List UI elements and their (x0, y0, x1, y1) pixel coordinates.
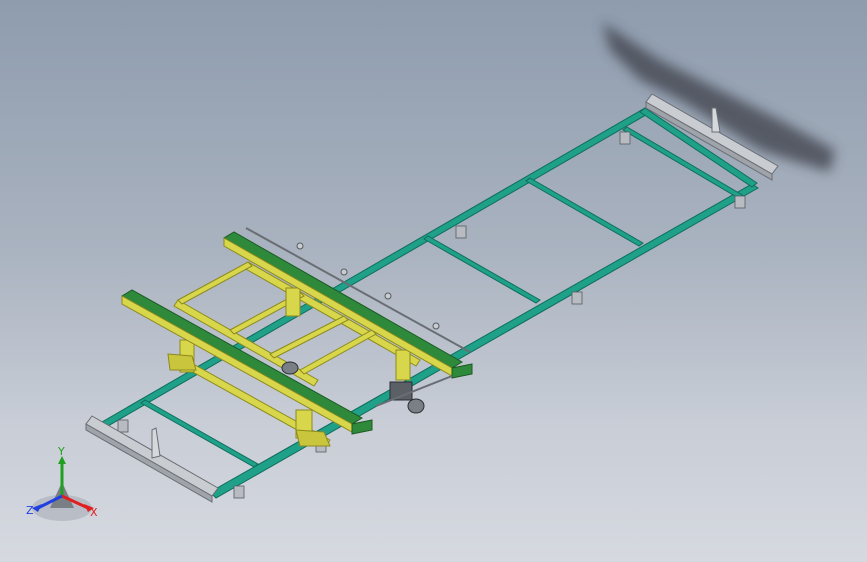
model-viewport[interactable]: Y X Z (0, 0, 867, 562)
frame-cross-2 (423, 235, 541, 304)
assembly-scene[interactable] (0, 0, 867, 562)
triad-x-label: X (90, 506, 98, 519)
carriage-leg-4 (395, 349, 411, 381)
triad-z-label: Z (26, 504, 34, 517)
frame-rail-far (94, 107, 652, 431)
triad-y-label: Y (57, 446, 65, 458)
base-frame[interactable] (91, 107, 759, 499)
carriage-rail-3 (177, 261, 253, 305)
carriage-leg-3 (285, 287, 301, 317)
triad-icon: Y X Z (26, 446, 98, 521)
frame-cross-1 (525, 177, 644, 247)
frame-rail-near (209, 183, 759, 499)
